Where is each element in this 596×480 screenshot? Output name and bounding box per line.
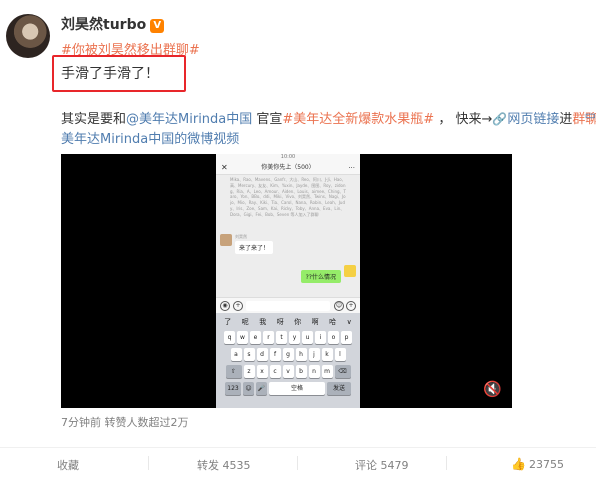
key: w	[237, 331, 248, 344]
group-join-notice: Mika、Rao、Mavens、Ganfr、大山、Reo、阿川、J-Ji、Hao…	[230, 177, 346, 217]
key: t	[276, 331, 287, 344]
key: a	[230, 348, 242, 361]
body-text: 其实是要和	[61, 112, 127, 127]
body-text: 进	[559, 112, 573, 127]
collect-button[interactable]: 收藏	[57, 457, 79, 473]
mute-icon[interactable]: 🔇	[483, 380, 502, 398]
key: u	[302, 331, 313, 344]
video-frame-phone: 10:00 ✕ 你美你先上（500） ··· Mika、Rao、Mavens、G…	[216, 154, 360, 408]
key: c	[269, 365, 281, 378]
divider	[297, 456, 298, 470]
candidate: 呀	[276, 317, 284, 326]
divider	[148, 456, 149, 470]
candidate-bar: 了 呢 我 呀 你 啊 哈 ∨	[216, 313, 360, 330]
like-count: 23755	[528, 458, 564, 471]
key: n	[308, 365, 320, 378]
body-text: ， 快来→	[434, 112, 493, 127]
self-avatar	[344, 265, 356, 277]
key: d	[256, 348, 268, 361]
candidate: 啊	[311, 317, 319, 326]
candidate: 我	[259, 317, 267, 326]
comment-button[interactable]: 评论 5479	[355, 457, 409, 473]
sender-avatar	[220, 234, 232, 246]
key: z	[243, 365, 255, 378]
mention-link[interactable]: @美年达Mirinda中国	[126, 112, 252, 127]
microphone-icon: 🎤	[256, 382, 267, 395]
post-body-line-1: 其实是要和@美年达Mirinda中国 官宣#美年达全新爆款水果瓶# ， 快来→🔗…	[61, 108, 596, 127]
body-text: 官宣	[252, 112, 283, 127]
key: q	[224, 331, 235, 344]
divider	[0, 447, 596, 448]
username-text[interactable]: 刘昊然turbo	[61, 17, 146, 33]
voice-icon: ◉	[220, 301, 230, 311]
emoji-icon: ☺	[334, 301, 344, 311]
key: e	[250, 331, 261, 344]
key: p	[341, 331, 352, 344]
key: r	[263, 331, 274, 344]
key: l	[334, 348, 346, 361]
key: m	[321, 365, 333, 378]
key: b	[295, 365, 307, 378]
key: s	[243, 348, 255, 361]
web-link[interactable]: 网页链接	[507, 112, 559, 127]
chat-header: ✕ 你美你先上（500） ···	[216, 161, 360, 175]
chat-title: 你美你先上（500）	[261, 164, 315, 171]
emoji-key-icon: ☺	[243, 382, 254, 395]
link-icon: 🔗	[492, 112, 508, 126]
chat-bubble-right: ??什么情况	[300, 270, 341, 283]
topic-link[interactable]: #美年达全新爆款水果瓶#	[282, 112, 434, 127]
candidate: 了	[224, 317, 232, 326]
like-button[interactable]: 👍 23755	[511, 457, 564, 471]
verified-badge-icon: V	[150, 19, 165, 33]
key: i	[315, 331, 326, 344]
key: f	[269, 348, 281, 361]
username[interactable]: 刘昊然turbo V	[61, 14, 165, 34]
key-row-4: 123 ☺ 🎤 空格 发送	[218, 382, 358, 395]
thumb-up-icon: 👍	[511, 457, 526, 471]
chat-input-bar: ◉ + ☺ +	[216, 297, 360, 313]
chat-input	[246, 301, 330, 311]
chevron-down-icon: ∨	[346, 317, 352, 326]
divider	[446, 456, 447, 470]
post-text: 手滑了手滑了！	[61, 66, 159, 82]
key: y	[289, 331, 300, 344]
repost-button[interactable]: 转发 4535	[197, 457, 251, 473]
candidate: 呢	[241, 317, 249, 326]
key: g	[282, 348, 294, 361]
send-key: 发送	[327, 382, 351, 395]
key-row-2: a s d f g h j k l	[218, 348, 358, 361]
post-meta: 7分钟前 转赞人数超过2万	[61, 416, 189, 429]
more-icon: ···	[348, 164, 355, 172]
sticker-icon: +	[233, 301, 243, 311]
video-player[interactable]: 10:00 ✕ 你美你先上（500） ··· Mika、Rao、Mavens、G…	[61, 154, 512, 408]
key: v	[282, 365, 294, 378]
video-link-icon[interactable]: ▭	[585, 108, 596, 122]
candidate: 你	[294, 317, 302, 326]
backspace-icon: ⌫	[334, 365, 351, 378]
avatar[interactable]	[6, 14, 50, 58]
key: j	[308, 348, 320, 361]
phone-status-bar: 10:00	[216, 154, 360, 161]
chat-bubble-left: 来了来了！	[235, 241, 274, 254]
key: h	[295, 348, 307, 361]
plus-icon: +	[346, 301, 356, 311]
shift-icon: ⇧	[225, 365, 242, 378]
key-row-1: q w e r t y u i o p	[218, 331, 358, 344]
video-source-link[interactable]: 美年达Mirinda中国的微博视频	[61, 128, 239, 147]
space-key: 空格	[269, 382, 325, 395]
keyboard: q w e r t y u i o p a s d f g h j k l ⇧ …	[216, 330, 360, 408]
key: k	[321, 348, 333, 361]
close-icon: ✕	[221, 163, 228, 172]
sender-name: 刘昊然	[235, 234, 247, 239]
candidate: 哈	[329, 317, 337, 326]
key-row-3: ⇧ z x c v b n m ⌫	[218, 365, 358, 378]
numbers-key: 123	[225, 382, 241, 395]
key: x	[256, 365, 268, 378]
key: o	[328, 331, 339, 344]
